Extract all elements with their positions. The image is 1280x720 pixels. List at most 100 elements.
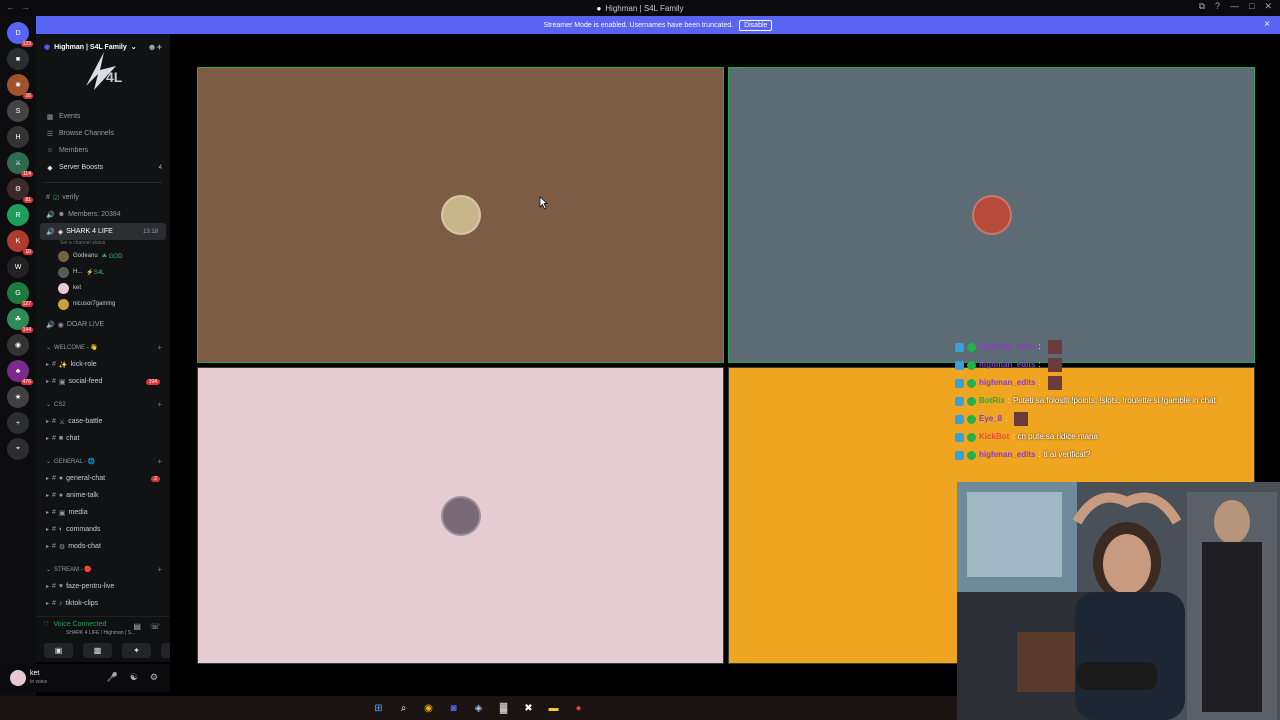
voice-status[interactable]: ∵ Voice Connected (44, 620, 106, 629)
chat-message: highman_edits: ti ai verificat? (955, 446, 1255, 464)
server-icon[interactable]: S (7, 100, 29, 122)
inbox-icon[interactable]: ⧉ (1199, 1, 1205, 12)
add-channel-icon[interactable]: + (157, 343, 162, 352)
participant-tile[interactable] (728, 67, 1255, 363)
participant-tile[interactable] (197, 367, 724, 664)
channel-mods-chat[interactable]: ▸ # ⚙ mods-chat (36, 538, 170, 555)
activities-button[interactable]: ✦ (122, 643, 151, 658)
add-channel-icon[interactable]: + (157, 400, 162, 409)
participant-tile[interactable] (197, 67, 724, 363)
server-icon[interactable]: ✹ 16 (7, 74, 33, 99)
server-icon[interactable]: ◉ (7, 334, 29, 356)
channel-social-feed[interactable]: ▸ # ▣ social-feed 194 (36, 373, 170, 390)
discord-icon[interactable]: ◙ (448, 702, 460, 714)
channel-anime-talk[interactable]: ▸ # ● anime-talk (36, 487, 170, 504)
server-icon[interactable]: + (7, 412, 29, 434)
chevron-down-icon: ⌄ (46, 345, 52, 351)
channel-category[interactable]: ⌄ GENERAL - 🌐 + (36, 453, 170, 470)
minimize-icon[interactable]: — (1230, 1, 1239, 12)
steam-icon[interactable]: ◈ (473, 702, 485, 714)
channel-emoji-icon: ● (58, 475, 64, 482)
channel-verify[interactable]: # ☑ verify (36, 189, 170, 206)
disconnect-icon[interactable]: ☏ (150, 622, 160, 631)
voice-location[interactable]: SHARK 4 LIFE / Highman | S... (66, 630, 135, 636)
avatar[interactable] (10, 670, 26, 686)
chrome-icon[interactable]: ◉ (423, 702, 435, 714)
voice-channel-shark-4-life[interactable]: 🔊 ◈ SHARK 4 LIFE 13:18 (40, 223, 166, 240)
app-icon[interactable]: ▓ (498, 702, 510, 714)
server-icon[interactable]: H (7, 126, 29, 148)
server-icon[interactable]: G 127 (7, 282, 33, 307)
chat-username: highman_edits (979, 342, 1036, 351)
channel-members-count[interactable]: 🔊 ☻ Members: 20384 (36, 206, 170, 223)
channel-status-hint[interactable]: Set a channel status (36, 240, 170, 248)
record-icon[interactable]: ● (573, 702, 585, 714)
category-label: CS2 (54, 401, 66, 408)
camera-button[interactable]: ▣ (44, 643, 73, 658)
close-window-icon[interactable]: ✕ (1264, 1, 1272, 12)
disable-button[interactable]: Disable (739, 19, 773, 31)
shark-icon: ◈ (57, 228, 64, 236)
channel-faze-pentru-live[interactable]: ▸ # ♥ faze-pentru-live (36, 578, 170, 595)
microphone-icon[interactable]: 🎤 (107, 672, 118, 683)
channel-general-chat[interactable]: ▸ # ● general-chat 2 (36, 470, 170, 487)
add-channel-icon[interactable]: + (157, 457, 162, 466)
server-icon[interactable]: ★ (7, 386, 29, 408)
server-icon[interactable]: ⚔ 114 (7, 152, 33, 177)
server-icon[interactable]: R (7, 204, 29, 226)
channel-category[interactable]: ⌄ WELCOME - 👋 + (36, 339, 170, 356)
channel-label: mods-chat (68, 543, 101, 550)
sidebar-item-browse-channels[interactable]: ☰ Browse Channels (36, 125, 170, 142)
channel-category[interactable]: ⌄ CS2 + (36, 396, 170, 413)
voice-user[interactable]: ket (36, 280, 170, 296)
voice-user[interactable]: H... ⚡S4L (36, 264, 170, 280)
sidebar-item-server-boosts[interactable]: ◆ Server Boosts 4 (36, 159, 170, 176)
add-channel-icon[interactable]: + (157, 565, 162, 574)
channel-commands[interactable]: ▸ # ◐ commands (36, 521, 170, 538)
channel-doar-live[interactable]: 🔊 ◉ DOAR LIVE (36, 316, 170, 333)
sidebar-item-members[interactable]: ☺ Members (36, 142, 170, 159)
server-icon[interactable]: W (7, 256, 29, 278)
headphones-icon[interactable]: ☯ (130, 672, 138, 683)
chevron-down-icon: ⌄ (46, 567, 52, 573)
channel-tiktok-clips[interactable]: ▸ # ♪ tiktok-clips (36, 595, 170, 612)
server-icon-label: ◉ (14, 342, 22, 349)
voice-user[interactable]: Godeanu ☘ GOD (36, 248, 170, 264)
hash-icon: # (52, 543, 56, 550)
windows-start-icon[interactable]: ⊞ (373, 702, 385, 714)
channel-case-battle[interactable]: ▸ # ⚔ case-battle (36, 413, 170, 430)
screen-share-button[interactable]: ▩ (83, 643, 112, 658)
hash-icon: # (52, 361, 56, 368)
channel-chat[interactable]: ▸ # ■ chat (36, 430, 170, 447)
maximize-icon[interactable]: □ (1249, 1, 1254, 12)
help-icon[interactable]: ? (1215, 1, 1220, 12)
channel-emoji-icon: ♪ (58, 600, 63, 607)
server-banner-logo: 4L (86, 52, 123, 90)
server-icon[interactable]: ☘ 144 (7, 308, 33, 333)
search-icon[interactable]: ⌕ (398, 702, 410, 714)
mouse-cursor-icon (539, 196, 548, 210)
channel-category[interactable]: ⌄ STREAM - 🔴 + (36, 561, 170, 578)
server-icon[interactable]: ■ (7, 48, 29, 70)
server-icon[interactable]: K 10 (7, 230, 33, 255)
sidebar-item-events[interactable]: ▦ Events (36, 108, 170, 125)
chevron-right-icon: ▸ (46, 419, 50, 425)
server-icon[interactable]: D 133 (7, 22, 33, 47)
capcut-icon[interactable]: ✖ (523, 702, 535, 714)
back-forward-icon[interactable]: ←→ (6, 2, 36, 12)
file-explorer-icon[interactable]: ▬ (548, 702, 560, 714)
channel-media[interactable]: ▸ # ▣ media (36, 504, 170, 521)
unread-badge: 2 (151, 475, 160, 482)
chat-colon: : (1007, 396, 1011, 405)
server-icon[interactable]: ⚙ 81 (7, 178, 33, 203)
notification-badge: 81 (23, 197, 33, 203)
chevron-right-icon: ▸ (46, 510, 50, 516)
server-icon[interactable]: ♣ 476 (7, 360, 33, 385)
channel-kick-role[interactable]: ▸ # ✨ kick-role (36, 356, 170, 373)
close-banner-icon[interactable]: × (1264, 19, 1270, 30)
noise-suppression-icon[interactable]: ▤ (133, 622, 141, 631)
server-icon[interactable]: ⌖ (7, 438, 29, 460)
invite-people-icon[interactable]: ☻+ (147, 42, 162, 52)
settings-gear-icon[interactable]: ⚙ (150, 672, 158, 683)
voice-user[interactable]: nicusor7gaming (36, 296, 170, 312)
